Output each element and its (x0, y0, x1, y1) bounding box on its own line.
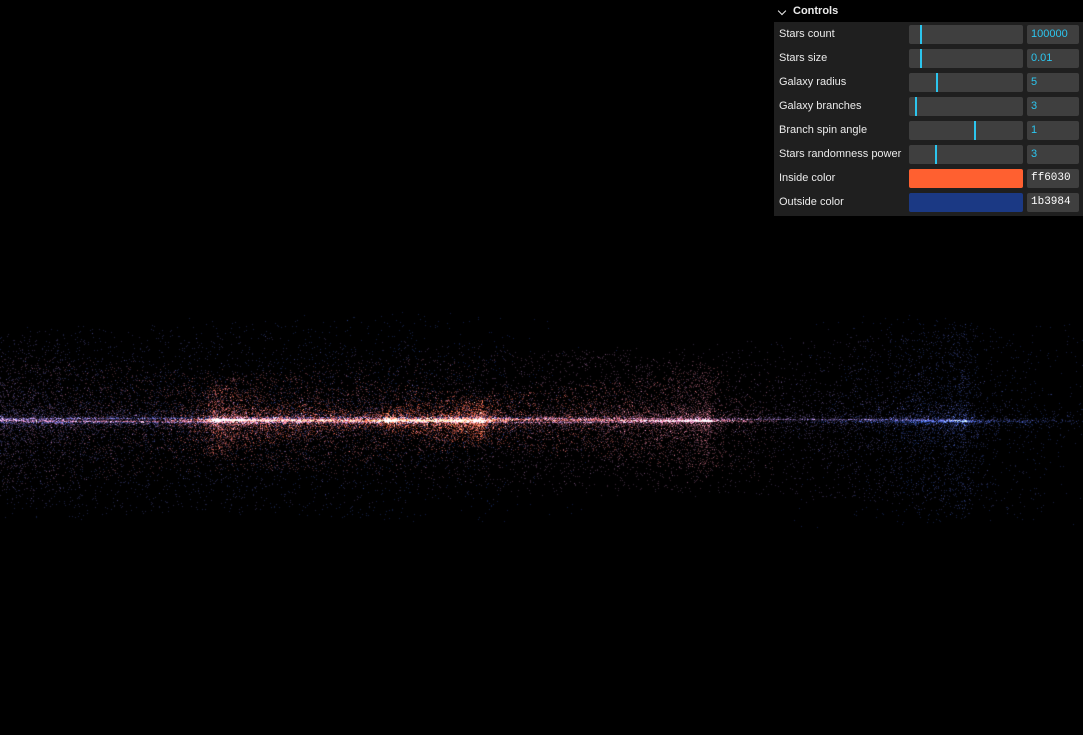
control-widget-branch-spin-angle: 1 (909, 120, 1079, 140)
value-input-galaxy-radius[interactable]: 5 (1027, 72, 1079, 92)
controls-panel: Controls Stars count 100000 Stars size 0.01… (774, 0, 1083, 216)
control-widget-stars-randomness-power: 3 (909, 144, 1079, 164)
control-widget-galaxy-branches: 3 (909, 96, 1079, 116)
slider-stars-size[interactable] (909, 48, 1023, 68)
control-row-inside-color: Inside color ff6030 (774, 166, 1083, 190)
color-hex-input-outside-color[interactable]: 1b3984 (1027, 192, 1079, 212)
slider-knob-galaxy-radius[interactable] (936, 72, 939, 92)
control-label-stars-randomness-power: Stars randomness power (779, 148, 902, 160)
control-label-galaxy-radius: Galaxy radius (779, 76, 847, 88)
color-swatch-inside-color[interactable] (909, 168, 1023, 188)
slider-knob-stars-randomness-power[interactable] (935, 144, 938, 164)
control-label-branch-spin-angle: Branch spin angle (779, 124, 868, 136)
panel-title-label: Controls (793, 5, 839, 17)
control-label-galaxy-branches: Galaxy branches (779, 100, 862, 112)
chevron-down-icon[interactable] (779, 7, 788, 16)
control-widget-galaxy-radius: 5 (909, 72, 1079, 92)
slider-stars-count[interactable] (909, 24, 1023, 44)
panel-rows: Stars count 100000 Stars size 0.01 Galaxy ra… (774, 22, 1083, 216)
control-row-stars-randomness-power: Stars randomness power 3 (774, 142, 1083, 166)
control-label-stars-size: Stars size (779, 52, 828, 64)
control-widget-stars-size: 0.01 (909, 48, 1079, 68)
control-row-stars-size: Stars size 0.01 (774, 46, 1083, 70)
value-input-stars-count[interactable]: 100000 (1027, 24, 1079, 44)
control-row-galaxy-branches: Galaxy branches 3 (774, 94, 1083, 118)
control-label-outside-color: Outside color (779, 196, 844, 208)
slider-galaxy-branches[interactable] (909, 96, 1023, 116)
value-input-branch-spin-angle[interactable]: 1 (1027, 120, 1079, 140)
control-label-inside-color: Inside color (779, 172, 836, 184)
control-row-outside-color: Outside color 1b3984 (774, 190, 1083, 214)
slider-galaxy-radius[interactable] (909, 72, 1023, 92)
control-row-branch-spin-angle: Branch spin angle 1 (774, 118, 1083, 142)
slider-knob-stars-size[interactable] (920, 48, 923, 68)
value-input-stars-size[interactable]: 0.01 (1027, 48, 1079, 68)
control-widget-stars-count: 100000 (909, 24, 1079, 44)
slider-knob-branch-spin-angle[interactable] (973, 120, 976, 140)
app-root: Controls Stars count 100000 Stars size 0.01… (0, 0, 1083, 735)
control-row-galaxy-radius: Galaxy radius 5 (774, 70, 1083, 94)
slider-knob-stars-count[interactable] (920, 24, 923, 44)
control-widget-inside-color: ff6030 (909, 168, 1079, 188)
color-swatch-outside-color[interactable] (909, 192, 1023, 212)
slider-knob-galaxy-branches[interactable] (914, 96, 917, 116)
color-hex-input-inside-color[interactable]: ff6030 (1027, 168, 1079, 188)
slider-stars-randomness-power[interactable] (909, 144, 1023, 164)
control-row-stars-count: Stars count 100000 (774, 22, 1083, 46)
value-input-stars-randomness-power[interactable]: 3 (1027, 144, 1079, 164)
slider-branch-spin-angle[interactable] (909, 120, 1023, 140)
value-input-galaxy-branches[interactable]: 3 (1027, 96, 1079, 116)
panel-title-bar[interactable]: Controls (774, 0, 1083, 22)
control-widget-outside-color: 1b3984 (909, 192, 1079, 212)
control-label-stars-count: Stars count (779, 28, 835, 40)
